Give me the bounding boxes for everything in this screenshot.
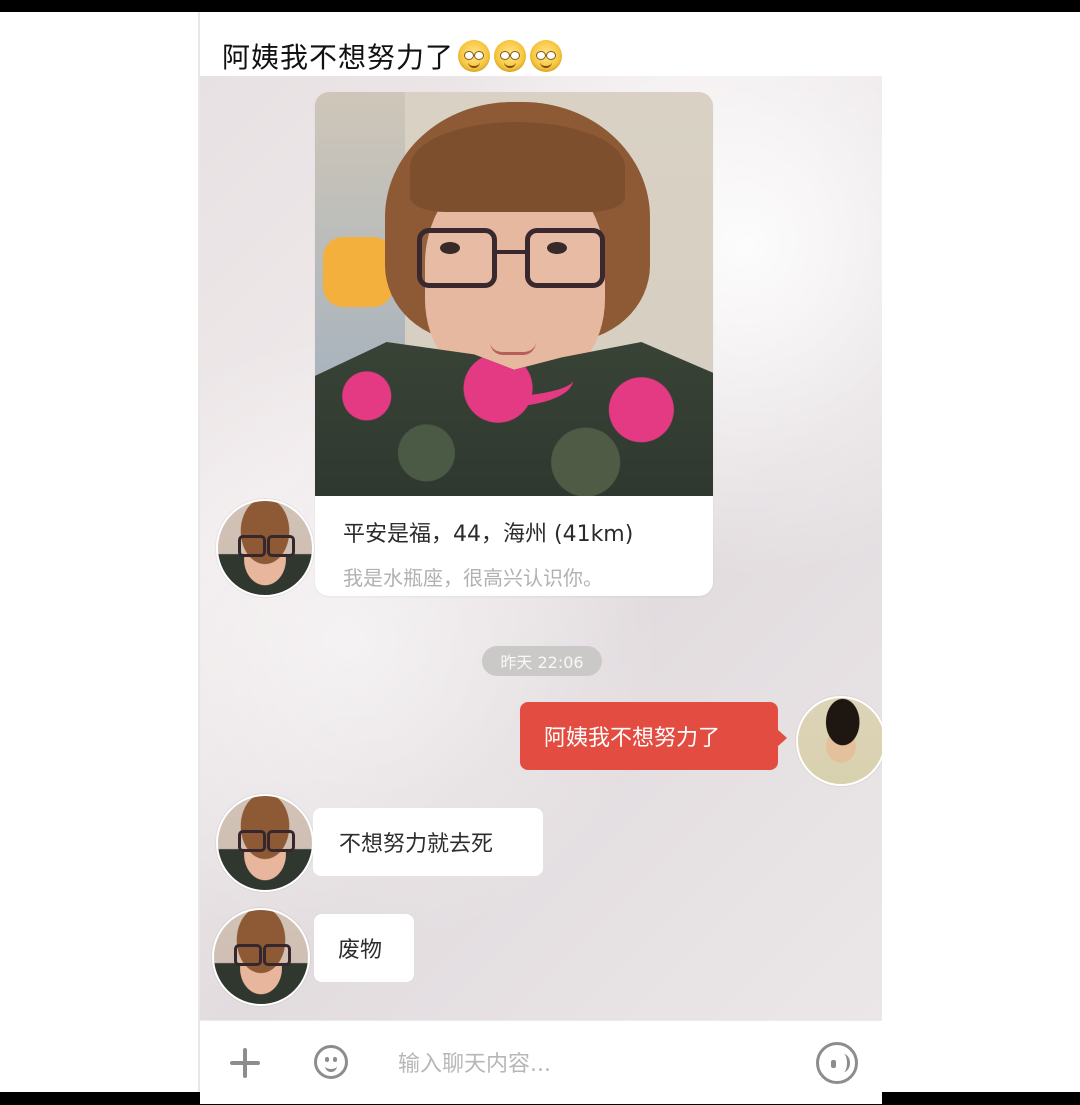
profile-name-line: 平安是福，44，海州 (41km) xyxy=(343,522,634,547)
header-title-row: 阿姨我不想努力了 xyxy=(222,30,563,82)
add-icon[interactable] xyxy=(230,1048,260,1078)
emoji-icon[interactable] xyxy=(314,1045,348,1079)
contact-avatar[interactable] xyxy=(212,908,310,1006)
profile-card-info: 平安是福，44，海州 (41km) 我是水瓶座，很高兴认识你。 xyxy=(343,516,703,591)
face-icon xyxy=(458,40,491,72)
contact-avatar[interactable] xyxy=(216,499,314,597)
incoming-message-bubble[interactable]: 废物 xyxy=(314,914,414,982)
message-input[interactable]: 输入聊天内容... xyxy=(398,1045,551,1079)
face-icon xyxy=(494,40,527,72)
contact-avatar[interactable] xyxy=(216,794,314,892)
chat-area[interactable]: 平安是福，44，海州 (41km) 我是水瓶座，很高兴认识你。 昨天 22:06… xyxy=(200,76,882,1020)
profile-photo xyxy=(315,92,713,496)
outgoing-message-bubble[interactable]: 阿姨我不想努力了 xyxy=(520,702,787,770)
incoming-message-text: 不想努力就去死 xyxy=(339,832,494,857)
voice-icon[interactable] xyxy=(816,1042,858,1084)
outgoing-message-text: 阿姨我不想努力了 xyxy=(544,726,721,751)
incoming-message-bubble[interactable]: 不想努力就去死 xyxy=(313,808,543,876)
self-avatar[interactable] xyxy=(796,696,882,786)
screenshot-sheet: 阿姨我不想努力了 平安是福，44，海州 (41km) 我是水瓶座，很高兴认识你。… xyxy=(0,12,1080,1104)
message-timestamp: 昨天 22:06 xyxy=(482,646,602,676)
face-icon xyxy=(530,40,563,72)
page-title: 阿姨我不想努力了 xyxy=(222,41,455,74)
profile-bio: 我是水瓶座，很高兴认识你。 xyxy=(343,566,603,590)
incoming-message-text: 废物 xyxy=(338,938,383,963)
message-composer: 输入聊天内容... xyxy=(200,1020,882,1104)
composer-divider xyxy=(200,1020,882,1021)
profile-card[interactable]: 平安是福，44，海州 (41km) 我是水瓶座，很高兴认识你。 xyxy=(315,92,713,596)
